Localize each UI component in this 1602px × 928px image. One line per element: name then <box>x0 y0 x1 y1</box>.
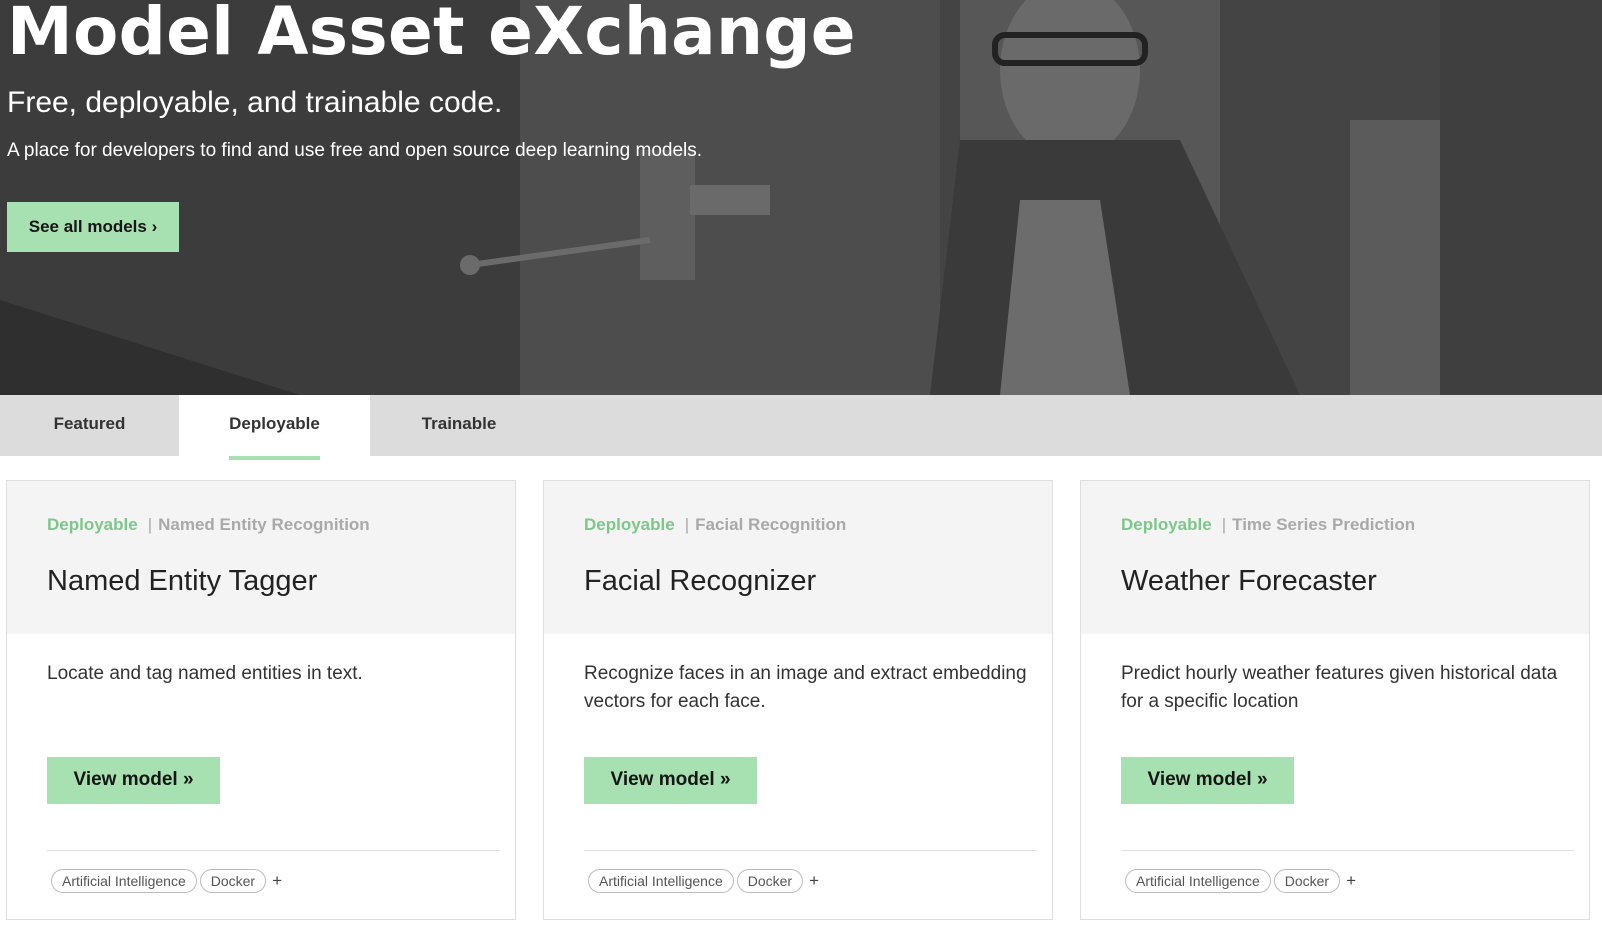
card-topic[interactable]: Facial Recognition <box>695 515 846 534</box>
view-model-button[interactable]: View model » <box>584 757 757 804</box>
tab-trainable-label: Trainable <box>421 414 497 433</box>
tab-featured-label: Featured <box>53 414 126 433</box>
card-divider <box>584 850 1037 851</box>
see-all-models-button[interactable]: See all models › <box>7 202 179 252</box>
more-tags-icon[interactable]: + <box>1346 871 1356 891</box>
hero-subtitle: Free, deployable, and trainable code. <box>7 86 503 119</box>
card-topic[interactable]: Time Series Prediction <box>1232 515 1415 534</box>
tag-artificial-intelligence[interactable]: Artificial Intelligence <box>588 869 734 893</box>
more-tags-icon[interactable]: + <box>809 871 819 891</box>
card-title[interactable]: Weather Forecaster <box>1121 563 1589 599</box>
card-description: Predict hourly weather features given hi… <box>1121 663 1558 712</box>
card-title[interactable]: Facial Recognizer <box>584 563 1052 599</box>
view-model-button[interactable]: View model » <box>47 757 220 804</box>
card-tag-list: Artificial Intelligence Docker + <box>51 869 282 893</box>
card-description: Locate and tag named entities in text. <box>47 663 363 684</box>
tab-deployable-label: Deployable <box>229 395 320 460</box>
hero-description: A place for developers to find and use f… <box>7 140 703 161</box>
card-divider <box>1121 850 1574 851</box>
model-card: Deployable | Facial Recognition Facial Rec… <box>543 480 1053 920</box>
model-card: Deployable | Named Entity Recognition Name… <box>6 480 516 920</box>
card-header: Deployable | Facial Recognition Facial Rec… <box>544 481 1052 634</box>
card-header: Deployable | Named Entity Recognition Name… <box>7 481 515 634</box>
model-card: Deployable | Time Series Prediction Weathe… <box>1080 480 1590 920</box>
card-separator: | <box>147 515 153 534</box>
card-tag-list: Artificial Intelligence Docker + <box>588 869 819 893</box>
tab-featured[interactable]: Featured <box>0 395 179 456</box>
tag-docker[interactable]: Docker <box>199 869 267 893</box>
card-category[interactable]: Deployable <box>584 515 675 534</box>
tab-trainable[interactable]: Trainable <box>370 395 548 456</box>
page-title: Model Asset eXchange <box>7 0 856 70</box>
card-title[interactable]: Named Entity Tagger <box>47 563 515 599</box>
card-divider <box>47 850 500 851</box>
tag-artificial-intelligence[interactable]: Artificial Intelligence <box>1125 869 1271 893</box>
tag-docker[interactable]: Docker <box>1273 869 1341 893</box>
card-category[interactable]: Deployable <box>1121 515 1212 534</box>
view-model-button[interactable]: View model » <box>1121 757 1294 804</box>
card-description: Recognize faces in an image and extract … <box>584 663 1027 712</box>
card-header: Deployable | Time Series Prediction Weathe… <box>1081 481 1589 634</box>
card-separator: | <box>684 515 690 534</box>
card-topic[interactable]: Named Entity Recognition <box>158 515 370 534</box>
card-separator: | <box>1221 515 1227 534</box>
model-tab-bar: Featured Deployable Trainable <box>0 395 1602 460</box>
more-tags-icon[interactable]: + <box>272 871 282 891</box>
hero-banner: Model Asset eXchange Free, deployable, a… <box>0 0 1602 395</box>
tab-deployable[interactable]: Deployable <box>179 395 370 460</box>
card-tag-list: Artificial Intelligence Docker + <box>1125 869 1356 893</box>
tag-docker[interactable]: Docker <box>736 869 804 893</box>
card-category[interactable]: Deployable <box>47 515 138 534</box>
tag-artificial-intelligence[interactable]: Artificial Intelligence <box>51 869 197 893</box>
